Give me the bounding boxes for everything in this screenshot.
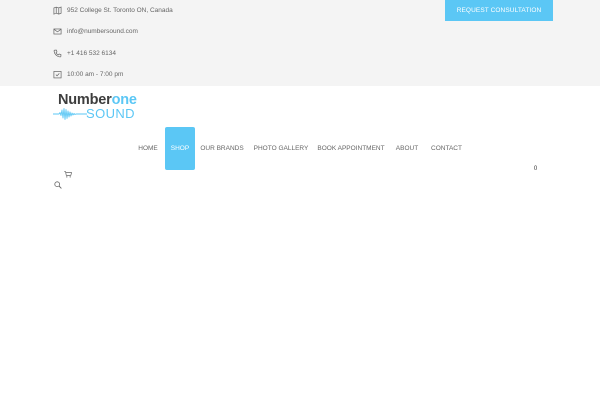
search-icon[interactable] [54,181,62,189]
address-row: 952 College St. Toronto ON, Canada [53,3,173,17]
cart-count-badge[interactable]: 0 [529,163,542,174]
phone-link[interactable]: +1 416 532 6134 [67,50,116,57]
cart-icon[interactable] [64,171,72,178]
request-consultation-button[interactable]: REQUEST CONSULTATION [445,0,553,21]
calendar-icon [53,70,62,78]
mail-icon [53,28,62,34]
hours-row: 10:00 am - 7:00 pm [53,67,123,81]
nav-item-our-brands[interactable]: OUR BRANDS [199,127,245,170]
email-row[interactable]: info@numbersound.com [53,24,138,38]
hours-text: 10:00 am - 7:00 pm [67,70,124,78]
nav-item-about[interactable]: ABOUT [393,127,421,170]
phone-row[interactable]: +1 416 532 6134 [53,46,116,60]
nav-item-book-appointment[interactable]: BOOK APPOINTMENT [317,127,385,170]
map-icon [53,6,62,15]
nav-item-photo-gallery[interactable]: PHOTO GALLERY [253,127,309,170]
logo[interactable]: Numberone SOUND [53,92,145,122]
email-link[interactable]: info@numbersound.com [67,28,138,35]
nav-item-shop[interactable]: SHOP [165,127,195,170]
address-text: 952 College St. Toronto ON, Canada [67,6,173,14]
phone-icon [53,49,62,57]
nav-item-contact[interactable]: CONTACT [429,127,464,170]
nav-item-home[interactable]: HOME [135,127,161,170]
logo-sound-text: SOUND [86,106,135,121]
sound-wave-icon [53,108,87,120]
top-bar: 952 College St. Toronto ON, Canada info@… [0,0,600,86]
main-nav: HOME SHOP OUR BRANDS PHOTO GALLERY BOOK … [0,127,600,171]
